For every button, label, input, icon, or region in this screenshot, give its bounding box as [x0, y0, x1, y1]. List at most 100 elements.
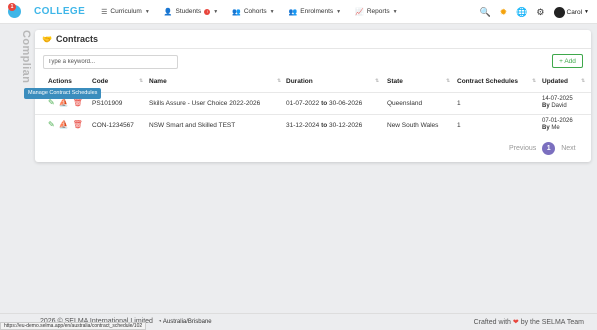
user-menu[interactable]: Carol ▼ [553, 6, 589, 18]
cell-code: CON-1234567 [92, 122, 134, 129]
schedule-icon[interactable]: ⛵ [59, 120, 69, 129]
user-icon: 👤 [163, 8, 173, 16]
footer-right: Crafted with ❤ by the SELMA Team [474, 318, 584, 326]
nav-cohorts-label: Cohorts [243, 8, 267, 15]
cell-name: NSW Smart and Skilled TEST [149, 122, 236, 129]
clock-icon: ◔ [157, 318, 162, 325]
card-title-text: Contracts [55, 34, 98, 44]
timezone: ◔ Australia/Brisbane [158, 319, 212, 325]
duration-from: 31-12-2024 [286, 122, 320, 129]
chart-icon: 📈 [355, 8, 364, 16]
timezone-text: Australia/Brisbane [162, 318, 212, 325]
pagination: Previous 1 Next [509, 142, 576, 155]
cell-duration: 01-07-2022 to 30-06-2026 [286, 100, 362, 107]
edit-icon[interactable]: ✎ [48, 120, 55, 129]
sun-icon[interactable]: ✹ [500, 7, 508, 18]
card-title: 🤝 Contracts [42, 34, 98, 44]
duration-to: 30-06-2026 [329, 100, 363, 107]
list-icon: ☰ [101, 8, 108, 16]
user-name: Carol [566, 8, 583, 16]
chevron-down-icon: ▼ [584, 9, 589, 15]
gear-icon[interactable]: ⚙ [536, 7, 544, 18]
app-logo[interactable]: 1 [2, 0, 26, 24]
top-navbar: 1 COLLEGE ☰ Curriculum ▼ 👤 Students ! ▼ … [0, 0, 597, 24]
schedule-icon[interactable]: ⛵ [59, 98, 69, 107]
nav-right-tools: 🔍 ✹ 🌐 ⚙ Carol ▼ [479, 0, 589, 24]
pager-next[interactable]: Next [561, 145, 575, 152]
heart-icon: ❤ [512, 319, 519, 326]
updated-date: 07-01-2026 [542, 118, 573, 124]
duration-to-label: to [321, 100, 328, 107]
sort-icon[interactable]: ⇅ [446, 78, 450, 84]
avatar [553, 6, 565, 18]
table-row: ✎ ⛵ 🗑 CON-1234567 NSW Smart and Skilled … [35, 114, 591, 136]
edit-icon[interactable]: ✎ [48, 98, 55, 107]
nav-enrolments-label: Enrolments [300, 8, 334, 15]
row-actions: ✎ ⛵ 🗑 [48, 98, 83, 107]
pager-previous[interactable]: Previous [509, 145, 536, 152]
cell-name: Skills Assure - User Choice 2022-2026 [149, 100, 261, 107]
brand-name[interactable]: COLLEGE [34, 6, 85, 17]
nav-students[interactable]: 👤 Students ! ▼ [164, 8, 218, 16]
col-state[interactable]: State [387, 78, 403, 85]
chevron-down-icon: ▼ [144, 8, 150, 15]
cell-schedules: 1 [457, 122, 461, 129]
by-team-text: by the SELMA Team [520, 319, 584, 326]
chevron-down-icon: ▼ [336, 8, 342, 15]
updated-by-label: By [542, 103, 550, 109]
updated-by: Me [551, 125, 560, 131]
col-duration[interactable]: Duration [286, 78, 313, 85]
students-badge: ! [204, 8, 211, 15]
search-input[interactable] [43, 55, 178, 69]
sort-icon[interactable]: ⇅ [375, 78, 379, 84]
col-updated[interactable]: Updated [542, 78, 568, 85]
search-icon[interactable]: 🔍 [479, 7, 490, 18]
table-header: Actions Code ⇅ Name ⇅ Duration ⇅ State ⇅… [35, 78, 591, 89]
nav-curriculum[interactable]: ☰ Curriculum ▼ [101, 8, 150, 16]
cell-updated: 14-07-2025 By David [542, 96, 573, 110]
crafted-text: Crafted with [473, 319, 511, 326]
row-actions: ✎ ⛵ 🗑 [48, 120, 83, 129]
chevron-down-icon: ▼ [269, 8, 275, 15]
nav-reports[interactable]: 📈 Reports ▼ [355, 8, 397, 16]
nav-curriculum-label: Curriculum [110, 8, 142, 15]
delete-icon[interactable]: 🗑 [73, 98, 83, 107]
duration-to-label: to [321, 122, 328, 129]
globe-icon[interactable]: 🌐 [516, 7, 527, 18]
chevron-down-icon: ▼ [392, 8, 398, 15]
updated-by-label: By [542, 125, 550, 131]
sort-icon[interactable]: ⇅ [581, 78, 585, 84]
sort-icon[interactable]: ⇅ [277, 78, 281, 84]
sort-icon[interactable]: ⇅ [139, 78, 143, 84]
divider [35, 48, 591, 49]
cell-state: Queensland [387, 100, 423, 107]
chevron-down-icon: ▼ [213, 8, 219, 15]
cell-code: PS101909 [92, 100, 123, 107]
table-row: ✎ ⛵ 🗑 PS101909 Skills Assure - User Choi… [35, 92, 591, 114]
group-icon: 👥 [288, 8, 298, 16]
status-url: https://eu-demo.selma.app/en/australia/c… [0, 322, 147, 330]
tooltip: Manage Contract Schedules [24, 88, 102, 99]
cell-state: New South Wales [387, 122, 439, 129]
sort-icon[interactable]: ⇅ [532, 78, 536, 84]
nav-students-label: Students [175, 8, 202, 15]
nav-cohorts[interactable]: 👥 Cohorts ▼ [232, 8, 274, 16]
cell-updated: 07-01-2026 By Me [542, 118, 573, 132]
col-actions: Actions [48, 78, 72, 85]
contracts-card: 🤝 Contracts + Add Actions Code ⇅ Name ⇅ … [35, 30, 591, 162]
delete-icon[interactable]: 🗑 [73, 120, 83, 129]
duration-to: 30-12-2026 [329, 122, 363, 129]
cell-duration: 31-12-2024 to 30-12-2026 [286, 122, 362, 129]
duration-from: 01-07-2022 [286, 100, 320, 107]
col-code[interactable]: Code [92, 78, 108, 85]
add-button[interactable]: + Add [552, 54, 583, 68]
col-contract-schedules[interactable]: Contract Schedules [457, 78, 518, 85]
col-name[interactable]: Name [149, 78, 167, 85]
nav-reports-label: Reports [366, 8, 390, 15]
pager-page-1[interactable]: 1 [542, 142, 556, 155]
cell-schedules: 1 [457, 100, 461, 107]
updated-date: 14-07-2025 [542, 96, 573, 102]
notification-badge[interactable]: 1 [8, 2, 16, 11]
nav-enrolments[interactable]: 👥 Enrolments ▼ [289, 8, 342, 16]
users-icon: 👥 [232, 8, 241, 16]
